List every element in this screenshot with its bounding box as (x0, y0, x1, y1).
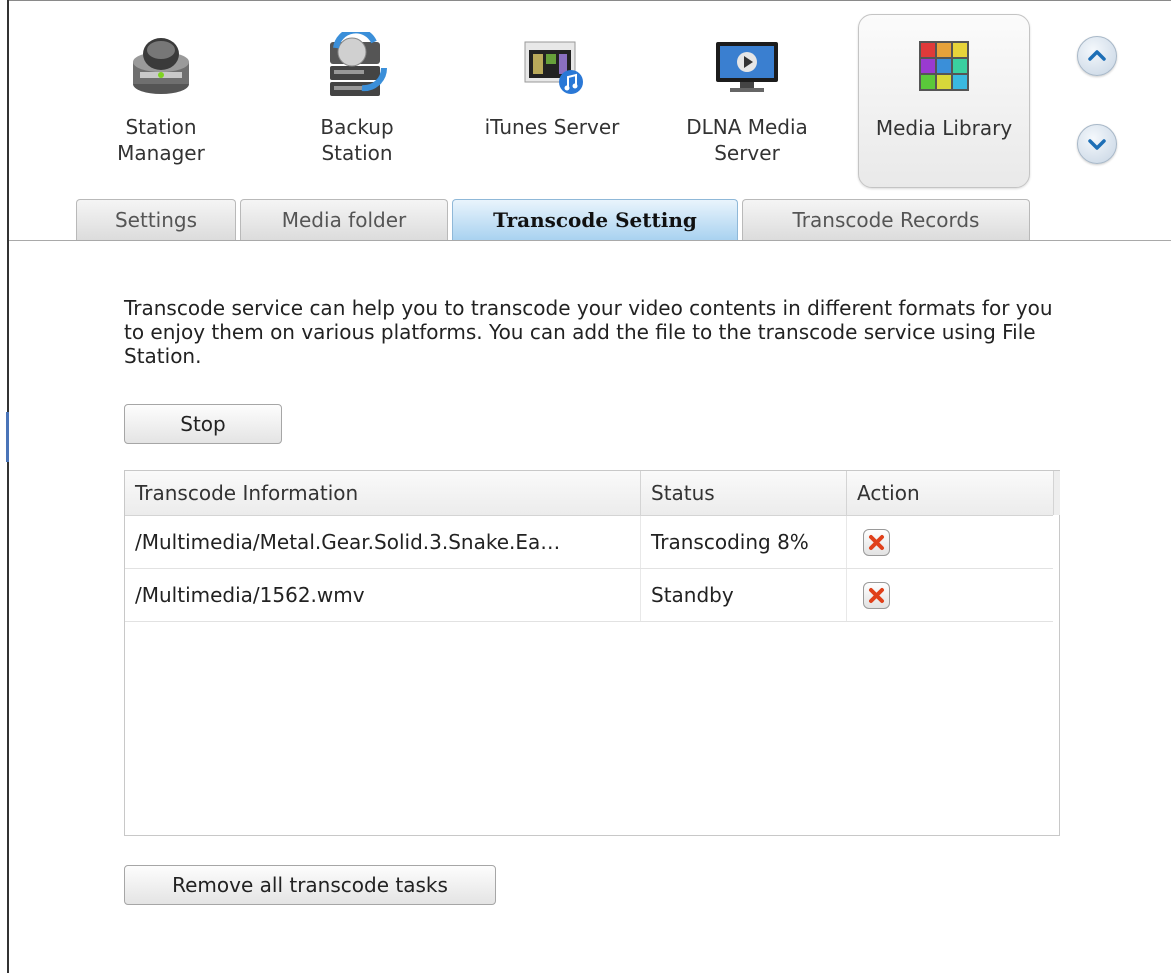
status-cell: Standby (641, 569, 847, 621)
app-itunes-server[interactable]: iTunes Server (466, 14, 638, 186)
window-resize-handle[interactable] (6, 412, 9, 462)
app-label: iTunes Server (484, 115, 620, 139)
tab-strip-divider (9, 240, 1171, 241)
delete-task-button[interactable] (863, 529, 890, 556)
app-backup-station[interactable]: Backup Station (282, 14, 432, 186)
table-header: Transcode Information Status Action (125, 471, 1053, 516)
stop-button[interactable]: Stop (124, 404, 282, 444)
tab-transcode-records[interactable]: Transcode Records (742, 199, 1030, 240)
app-station-manager[interactable]: Station Manager (86, 14, 236, 186)
status-cell: Transcoding 8% (641, 516, 847, 568)
tab-transcode-setting[interactable]: Transcode Setting (452, 199, 738, 240)
description-text: Transcode service can help you to transc… (124, 296, 1053, 368)
chevron-up-icon (1088, 50, 1106, 61)
itunes-server-icon (519, 32, 585, 104)
media-library-icon (911, 33, 977, 105)
transcode-info-cell: /Multimedia/Metal.Gear.Solid.3.Snake.Ea… (125, 516, 641, 568)
column-header-transcode-information[interactable]: Transcode Information (125, 471, 641, 515)
tab-settings[interactable]: Settings (76, 199, 236, 240)
app-label: Media Library (875, 116, 1013, 140)
app-dlna-media-server[interactable]: DLNA Media Server (666, 14, 828, 186)
scroll-up-button[interactable] (1077, 36, 1117, 76)
column-header-status[interactable]: Status (641, 471, 847, 515)
delete-icon (869, 588, 884, 603)
delete-icon (869, 535, 884, 550)
transcode-info-cell: /Multimedia/1562.wmv (125, 569, 641, 621)
app-label: Station Manager (117, 115, 205, 165)
table-header-scroll-gutter (1053, 471, 1060, 515)
action-cell (847, 569, 1053, 621)
dlna-media-server-icon (712, 32, 782, 104)
app-label: Backup Station (320, 115, 394, 165)
app-label: DLNA Media Server (686, 115, 808, 165)
remove-all-transcode-tasks-button[interactable]: Remove all transcode tasks (124, 865, 496, 905)
window-top-border (9, 0, 1171, 1)
station-manager-icon (128, 32, 194, 104)
backup-station-icon (322, 27, 392, 104)
column-header-action[interactable]: Action (847, 471, 1053, 515)
scroll-down-button[interactable] (1077, 124, 1117, 164)
tab-media-folder[interactable]: Media folder (240, 199, 448, 240)
chevron-down-icon (1088, 139, 1106, 150)
app-media-library[interactable]: Media Library (858, 14, 1030, 188)
window-left-border (7, 0, 9, 973)
table-row[interactable]: /Multimedia/Metal.Gear.Solid.3.Snake.Ea…… (125, 516, 1053, 569)
action-cell (847, 516, 1053, 568)
delete-task-button[interactable] (863, 582, 890, 609)
table-row[interactable]: /Multimedia/1562.wmv Standby (125, 569, 1053, 622)
transcode-task-table: Transcode Information Status Action /Mul… (124, 470, 1060, 836)
